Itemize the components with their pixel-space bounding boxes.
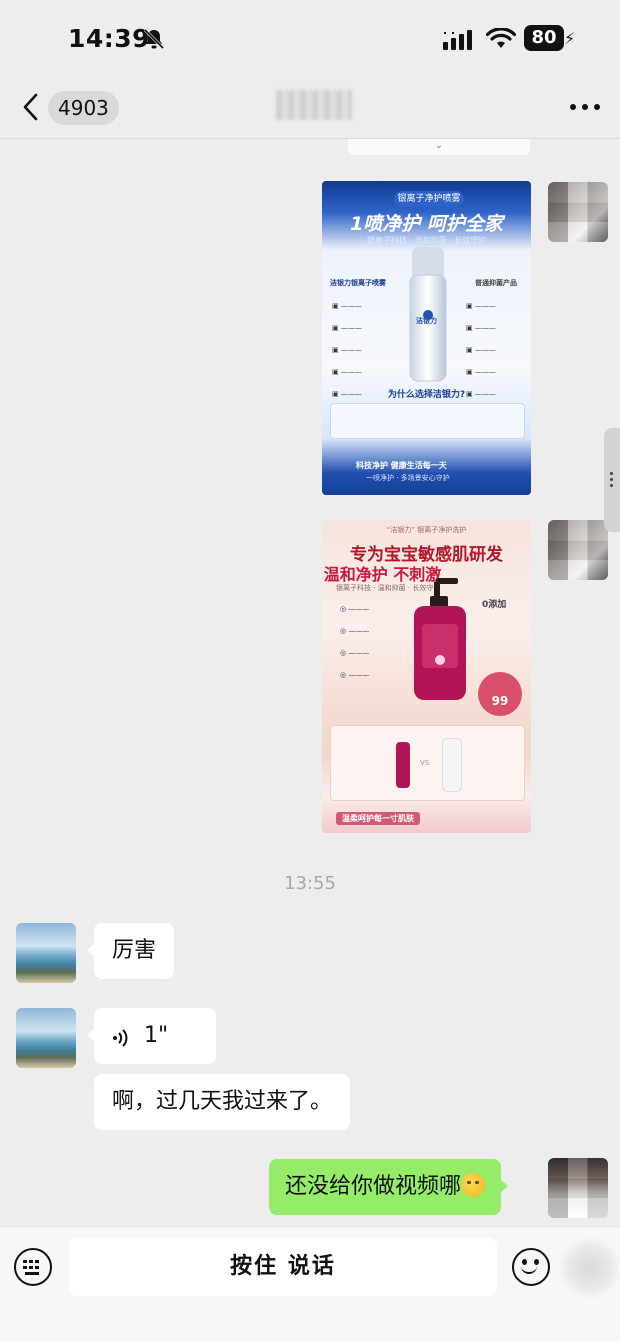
image-message-blue-poster[interactable]: 银离子净护喷雾 1喷净护 呵护全家 银离子科技 · 温和抑菌 · 长效守护 洁银… <box>322 181 531 495</box>
poster-left-title: 洁银力银离子喷雾 <box>330 279 386 287</box>
outgoing-text-bubble[interactable]: 还没给你做视频哪 <box>269 1159 509 1215</box>
poster-zero-add: 0添加 <box>482 600 507 610</box>
poster-feature-list: ◎ ——— ◎ ——— ◎ ——— ◎ ——— <box>340 605 370 679</box>
voice-message-bubble[interactable]: 1" . <box>87 1008 216 1064</box>
poster-footer: 温柔呵护每一寸肌肤 <box>336 812 420 825</box>
contact-avatar[interactable] <box>16 1008 76 1068</box>
back-chevron-icon[interactable] <box>20 92 46 122</box>
poster-left-list: ▣ ——— ▣ ——— ▣ ——— ▣ ——— ▣ ——— <box>332 302 362 398</box>
compare-bottle-white <box>442 738 462 792</box>
contact-avatar[interactable] <box>16 923 76 983</box>
image-message-pink-poster[interactable]: “洁银力” 银离子净护洗护 专为宝宝敏感肌研发 温和净护 不刺激 银离子科技 ·… <box>322 520 531 833</box>
hold-to-talk-button[interactable]: 按住 说话 <box>69 1238 497 1296</box>
charging-icon: ⚡ <box>564 29 576 48</box>
poster-question: 为什么选择洁银力? <box>387 390 466 400</box>
self-avatar[interactable] <box>548 182 608 242</box>
poster-footer-b: 一喷净护 · 多场景安心守护 <box>366 474 450 482</box>
self-avatar[interactable] <box>548 1158 608 1218</box>
poster-brand: 洁银力 <box>416 317 437 325</box>
keyboard-toggle-icon[interactable] <box>14 1248 52 1286</box>
thinking-face-emoji-icon <box>461 1173 486 1197</box>
incoming-text-bubble[interactable]: 啊，过几天我过来了。 <box>94 1074 351 1130</box>
battery-indicator: 80 <box>524 25 564 51</box>
poster-right-title: 普通抑菌产品 <box>475 279 517 287</box>
incoming-text-bubble[interactable]: 厉害 <box>86 923 175 979</box>
cellular-signal-icon <box>443 30 472 50</box>
status-time: 14:39 <box>68 24 151 53</box>
poster-headline: 1喷净护 呵护全家 <box>350 213 503 235</box>
compare-bottle-pink <box>396 742 410 788</box>
poster-rate-badge: 99 <box>478 672 522 716</box>
unread-count-badge[interactable]: 4903 <box>48 91 119 125</box>
more-options-icon[interactable] <box>570 104 600 112</box>
chat-title-redacted <box>276 90 352 120</box>
voice-duration: 1" <box>144 1023 169 1048</box>
outgoing-text: 还没给你做视频哪 <box>285 1174 462 1199</box>
poster-feature-row <box>330 403 525 439</box>
wifi-icon <box>486 28 516 48</box>
poster-top-line: “洁银力” 银离子净护洗护 <box>386 526 467 534</box>
side-drawer-handle[interactable] <box>604 428 620 532</box>
previous-message-remnant: ⌄ <box>348 139 530 155</box>
poster-footer-a: 科技净护 健康生活每一天 <box>356 461 447 470</box>
poster-vs: VS <box>420 759 430 767</box>
poster-badge: 银离子净护喷雾 <box>394 191 464 207</box>
voice-wave-icon <box>113 1029 128 1047</box>
pump-bottle-illustration <box>414 578 466 700</box>
spray-bottle-illustration <box>409 247 447 382</box>
timestamp-divider: 13:55 <box>284 873 336 894</box>
more-actions-button-blurred[interactable] <box>562 1240 618 1296</box>
bell-muted-icon <box>143 28 165 50</box>
self-avatar[interactable] <box>548 520 608 580</box>
poster-right-list: ▣ ——— ▣ ——— ▣ ——— ▣ ——— ▣ ——— <box>466 302 496 398</box>
